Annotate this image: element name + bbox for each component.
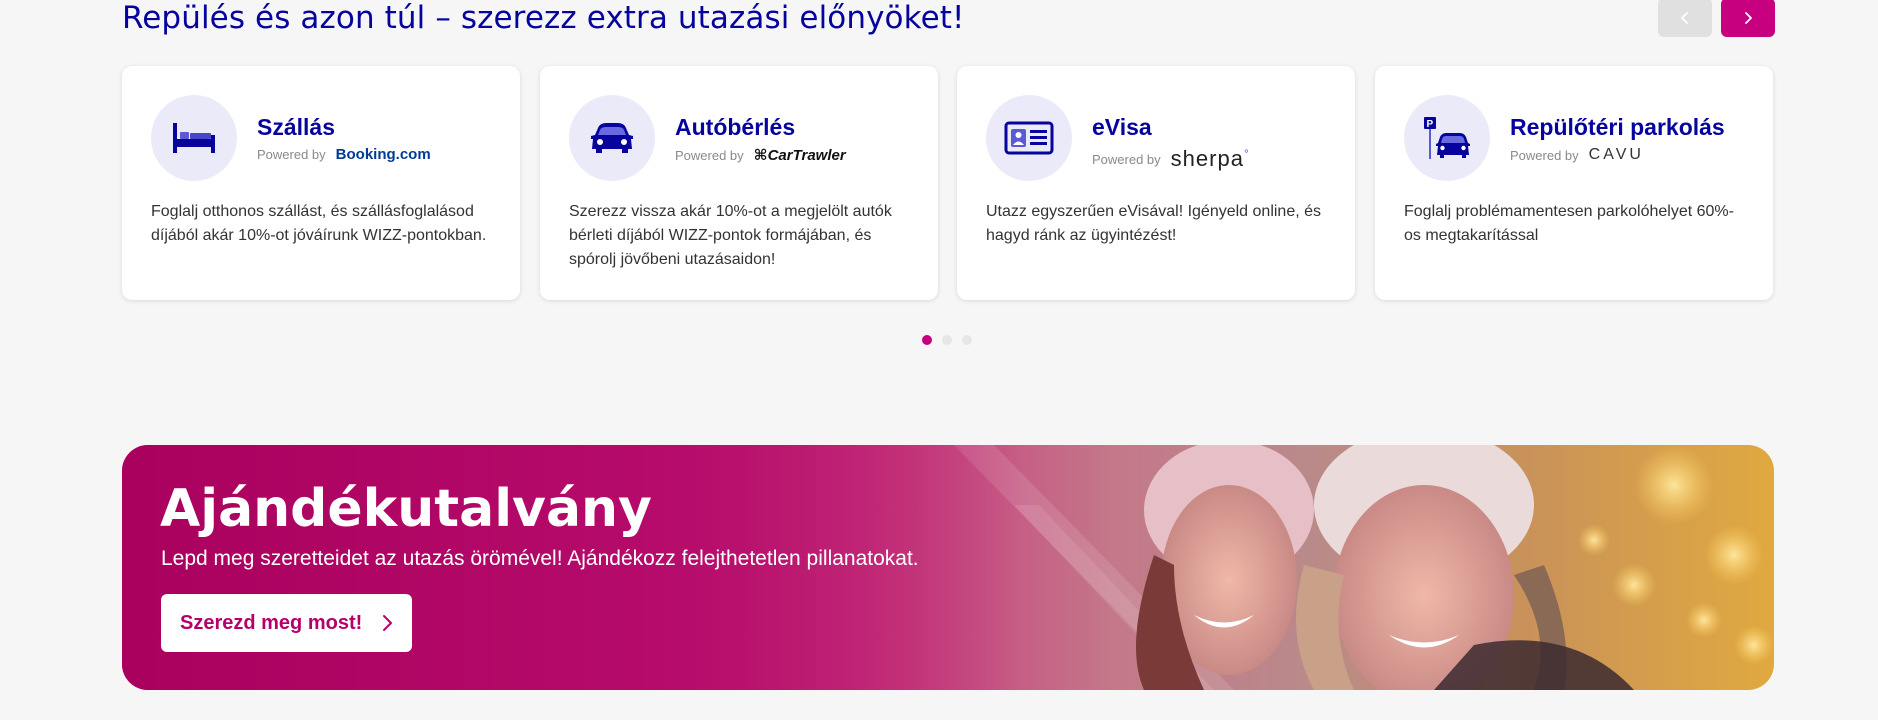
card-car-rental[interactable]: Autóbérlés Powered by ⌘CarTrawler Szerez… <box>540 66 938 300</box>
powered-by-label: Powered by <box>675 147 744 163</box>
powered-by: Powered by sherpa° <box>1092 146 1250 172</box>
cartrawler-mark-icon: ⌘ <box>753 147 768 164</box>
card-icon-badge: P <box>1404 95 1490 181</box>
card-description: Foglalj otthonos szállást, és szállásfog… <box>151 203 487 244</box>
carousel-next-button[interactable] <box>1721 0 1775 37</box>
carousel-dot-3[interactable] <box>962 335 972 345</box>
parking-car-icon: P <box>1424 117 1470 159</box>
chevron-right-icon <box>1745 11 1752 24</box>
bed-icon <box>173 123 215 153</box>
powered-by: Powered by ⌘CarTrawler <box>675 146 846 164</box>
chevron-right-icon <box>383 615 393 631</box>
section-title: Repülés és azon túl – szerezz extra utaz… <box>122 0 965 36</box>
card-evisa[interactable]: eVisa Powered by sherpa° Utazz egyszerűe… <box>957 66 1355 300</box>
booking-logo: Booking.com <box>335 146 431 163</box>
get-voucher-button-label: Szerezd meg most! <box>180 611 363 634</box>
card-title: Szállás <box>257 114 335 140</box>
svg-text:P: P <box>1427 119 1434 130</box>
chevron-left-icon <box>1681 11 1688 24</box>
powered-by: Powered by Booking.com <box>257 146 431 163</box>
car-icon <box>591 123 633 153</box>
id-card-icon <box>1004 121 1054 155</box>
cartrawler-logo-text: CarTrawler <box>767 147 846 164</box>
cavu-logo: CAVU <box>1588 146 1644 163</box>
card-icon-badge <box>569 95 655 181</box>
cartrawler-logo: ⌘CarTrawler <box>754 146 846 164</box>
gift-voucher-banner: Ajándékutalvány Lepd meg szeretteidet az… <box>122 445 1774 690</box>
powered-by-label: Powered by <box>257 147 326 162</box>
banner-title: Ajándékutalvány <box>160 479 652 539</box>
sherpa-logo: sherpa° <box>1171 146 1250 172</box>
sherpa-logo-text: sherpa <box>1170 146 1244 171</box>
powered-by: Powered by CAVU <box>1510 146 1644 164</box>
carousel-dots <box>922 335 972 345</box>
card-icon-badge <box>986 95 1072 181</box>
get-voucher-button[interactable]: Szerezd meg most! <box>161 594 412 652</box>
card-title: Autóbérlés <box>675 114 796 140</box>
card-description: Utazz egyszerűen eVisával! Igényeld onli… <box>986 203 1322 244</box>
sherpa-logo-mark: ° <box>1243 146 1250 161</box>
banner-subtitle: Lepd meg szeretteidet az utazás örömével… <box>161 547 919 570</box>
card-description: Szerezz vissza akár 10%-ot a megjelölt a… <box>569 203 892 268</box>
carousel-prev-button[interactable] <box>1658 0 1712 37</box>
card-description: Foglalj problémamentesen parkolóhelyet 6… <box>1404 203 1734 244</box>
powered-by-label: Powered by <box>1092 151 1161 167</box>
card-airport-parking[interactable]: P Repülőtéri parkolás Powered by CAVU Fo… <box>1375 66 1773 300</box>
card-title: eVisa <box>1092 114 1152 140</box>
carousel-dot-1[interactable] <box>922 335 932 345</box>
card-icon-badge <box>151 95 237 181</box>
card-accommodation[interactable]: Szállás Powered by Booking.com Foglalj o… <box>122 66 520 300</box>
powered-by-label: Powered by <box>1510 147 1579 163</box>
card-title: Repülőtéri parkolás <box>1510 114 1725 140</box>
carousel-dot-2[interactable] <box>942 335 952 345</box>
